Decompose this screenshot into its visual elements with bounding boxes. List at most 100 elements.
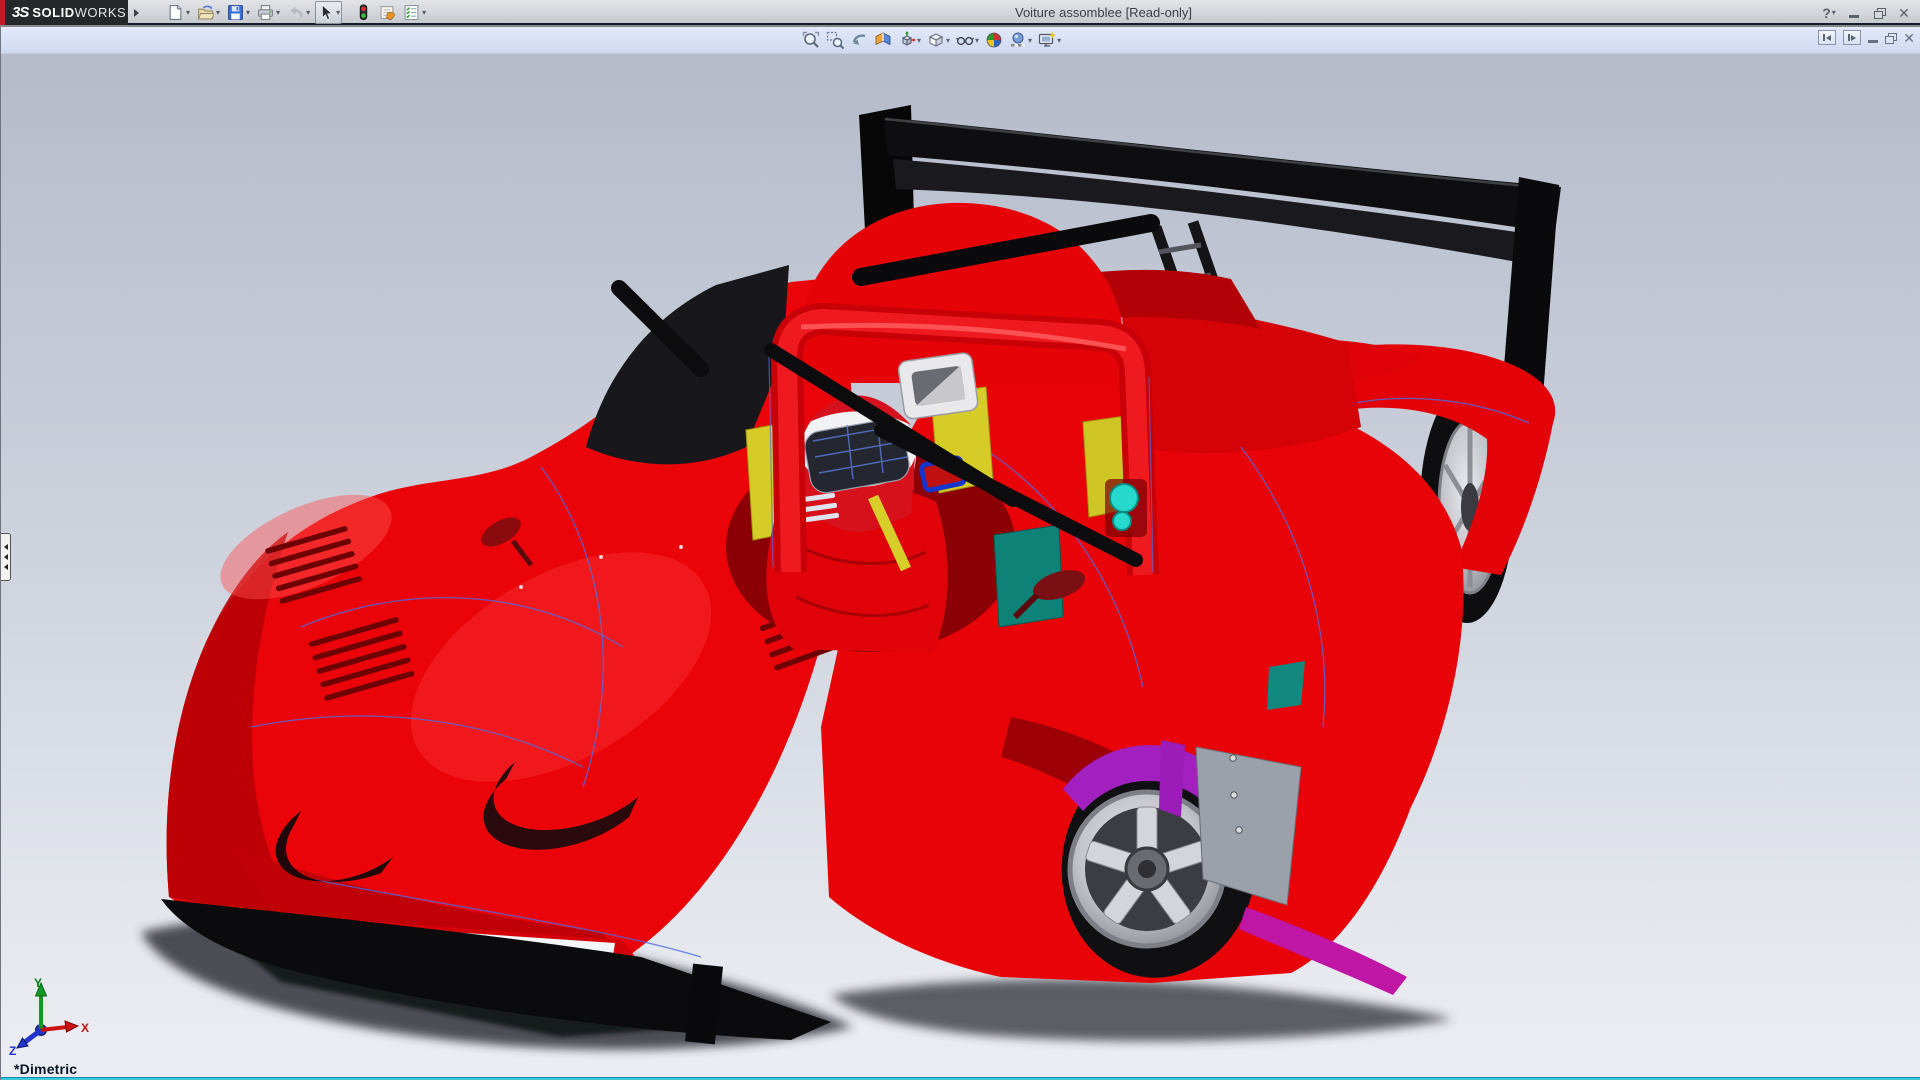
right-arrow-icon	[1851, 35, 1856, 41]
zoom-to-fit-button[interactable]	[801, 29, 821, 51]
triad-z-label: Z	[9, 1044, 16, 1058]
heads-up-toolbar-strip: ▾ ▾ ▾	[1, 27, 1920, 54]
dropdown-arrow-icon[interactable]: ▾	[246, 9, 250, 17]
dropdown-arrow-icon[interactable]: ▾	[276, 9, 280, 17]
gray-rivet-panel	[1196, 747, 1301, 905]
options-button[interactable]: ▾	[401, 1, 428, 24]
view-orientation-icon	[898, 31, 916, 49]
dropdown-arrow-icon[interactable]: ▾	[946, 36, 950, 45]
section-view-icon	[874, 31, 892, 49]
edit-appearance-button[interactable]	[984, 29, 1004, 51]
close-icon: ✕	[1903, 31, 1915, 45]
left-arrow-icon	[4, 554, 8, 560]
logo-red-strip	[0, 0, 5, 25]
previous-view-icon	[850, 31, 868, 49]
edit-appearance-note-button[interactable]	[377, 1, 398, 24]
restore-icon	[1885, 33, 1896, 43]
apply-scene-icon	[1009, 31, 1027, 49]
solidworks-logo: 3S SOLIDWORKS	[0, 0, 128, 25]
print-button[interactable]: ▾	[255, 1, 282, 24]
close-icon: ✕	[1898, 6, 1910, 20]
triad-x-label: X	[81, 1021, 89, 1035]
undo-icon	[287, 4, 304, 21]
mirror-housing	[897, 352, 978, 420]
pane-bar-icon	[1823, 34, 1825, 41]
feature-pane-splitter-handle[interactable]	[1, 533, 11, 581]
dropdown-arrow-icon[interactable]: ▾	[917, 36, 921, 45]
left-arrow-icon	[1826, 35, 1831, 41]
dropdown-arrow-icon[interactable]: ▾	[422, 9, 426, 17]
minimize-icon	[1868, 40, 1878, 43]
left-arrow-icon	[4, 564, 8, 570]
teal-vent	[1267, 661, 1305, 710]
previous-view-button[interactable]	[849, 29, 869, 51]
dropdown-arrow-icon: ▾	[1832, 8, 1836, 17]
appearance-ball-icon	[985, 31, 1003, 49]
window-controls: ? ▾ ✕	[1821, 0, 1912, 25]
apply-scene-button[interactable]: ▾	[1008, 29, 1033, 51]
minimize-button[interactable]	[1846, 4, 1862, 22]
previous-pane-button[interactable]	[1818, 30, 1836, 45]
save-floppy-icon	[227, 4, 244, 21]
next-pane-button[interactable]	[1843, 30, 1861, 45]
new-document-button[interactable]: ▾	[165, 1, 192, 24]
eyeglasses-icon	[956, 31, 974, 49]
brand-solid: SOLID	[32, 5, 74, 20]
brand-works: WORKS	[75, 5, 127, 20]
close-button[interactable]: ✕	[1896, 4, 1912, 22]
triad-y-label: Y	[34, 976, 42, 990]
section-view-button[interactable]	[873, 29, 893, 51]
document-window-controls: ✕	[1818, 30, 1915, 45]
hide-show-items-button[interactable]: ▾	[955, 29, 980, 51]
open-button[interactable]: ▾	[195, 1, 222, 24]
orientation-triad: Y X Z	[3, 975, 113, 1059]
select-button[interactable]: ▾	[315, 1, 342, 24]
dropdown-arrow-icon[interactable]: ▾	[1057, 36, 1061, 45]
options-checklist-icon	[403, 4, 420, 21]
help-button[interactable]: ? ▾	[1821, 4, 1837, 22]
view-settings-icon	[1038, 31, 1056, 49]
zoom-to-area-button[interactable]	[825, 29, 845, 51]
minimize-icon	[1849, 15, 1859, 18]
graphics-viewport[interactable]: ▾ ▾ ▾	[0, 27, 1920, 1080]
model-voiture-assembly[interactable]	[1, 27, 1920, 1080]
solidworks-window: 3S SOLIDWORKS ▾ ▾	[0, 0, 1920, 1080]
dropdown-arrow-icon[interactable]: ▾	[306, 9, 310, 17]
zoom-to-fit-icon	[802, 31, 820, 49]
window-title: Voiture assomblee [Read-only]	[1015, 0, 1192, 25]
dash-dial	[1110, 484, 1138, 512]
display-style-button[interactable]: ▾	[926, 29, 951, 51]
dropdown-arrow-icon[interactable]: ▾	[336, 9, 340, 17]
undo-button[interactable]: ▾	[285, 1, 312, 24]
heads-up-toolbar: ▾ ▾ ▾	[801, 27, 1062, 53]
main-toolbar: ▾ ▾ ▾	[165, 1, 428, 24]
view-settings-button[interactable]: ▾	[1037, 29, 1062, 51]
3s-logo-mark: 3S	[12, 4, 28, 21]
dropdown-arrow-icon[interactable]: ▾	[1028, 36, 1032, 45]
view-orientation-label: *Dimetric	[14, 1061, 77, 1077]
open-folder-icon	[197, 4, 214, 21]
close-document-button[interactable]: ✕	[1903, 31, 1915, 45]
title-bar: 3S SOLIDWORKS ▾ ▾	[0, 0, 1920, 25]
rebuild-button[interactable]	[353, 1, 374, 24]
left-arrow-icon	[4, 544, 8, 550]
zoom-to-area-icon	[826, 31, 844, 49]
note-with-hand-icon	[379, 4, 396, 21]
menu-expand-arrow[interactable]	[129, 3, 143, 22]
minimize-document-button[interactable]	[1868, 33, 1878, 43]
help-icon: ?	[1822, 5, 1831, 21]
right-arrow-icon	[134, 9, 139, 17]
restore-document-button[interactable]	[1885, 33, 1896, 43]
new-document-icon	[167, 4, 184, 21]
restore-icon	[1874, 8, 1885, 18]
dash-dial	[1113, 512, 1131, 530]
dropdown-arrow-icon[interactable]: ▾	[216, 9, 220, 17]
view-orientation-button[interactable]: ▾	[897, 29, 922, 51]
display-style-icon	[927, 31, 945, 49]
select-cursor-icon	[317, 4, 334, 21]
save-button[interactable]: ▾	[225, 1, 252, 24]
restore-button[interactable]	[1871, 4, 1887, 22]
dropdown-arrow-icon[interactable]: ▾	[975, 36, 979, 45]
rebuild-trafficlight-icon	[355, 4, 372, 21]
dropdown-arrow-icon[interactable]: ▾	[186, 9, 190, 17]
